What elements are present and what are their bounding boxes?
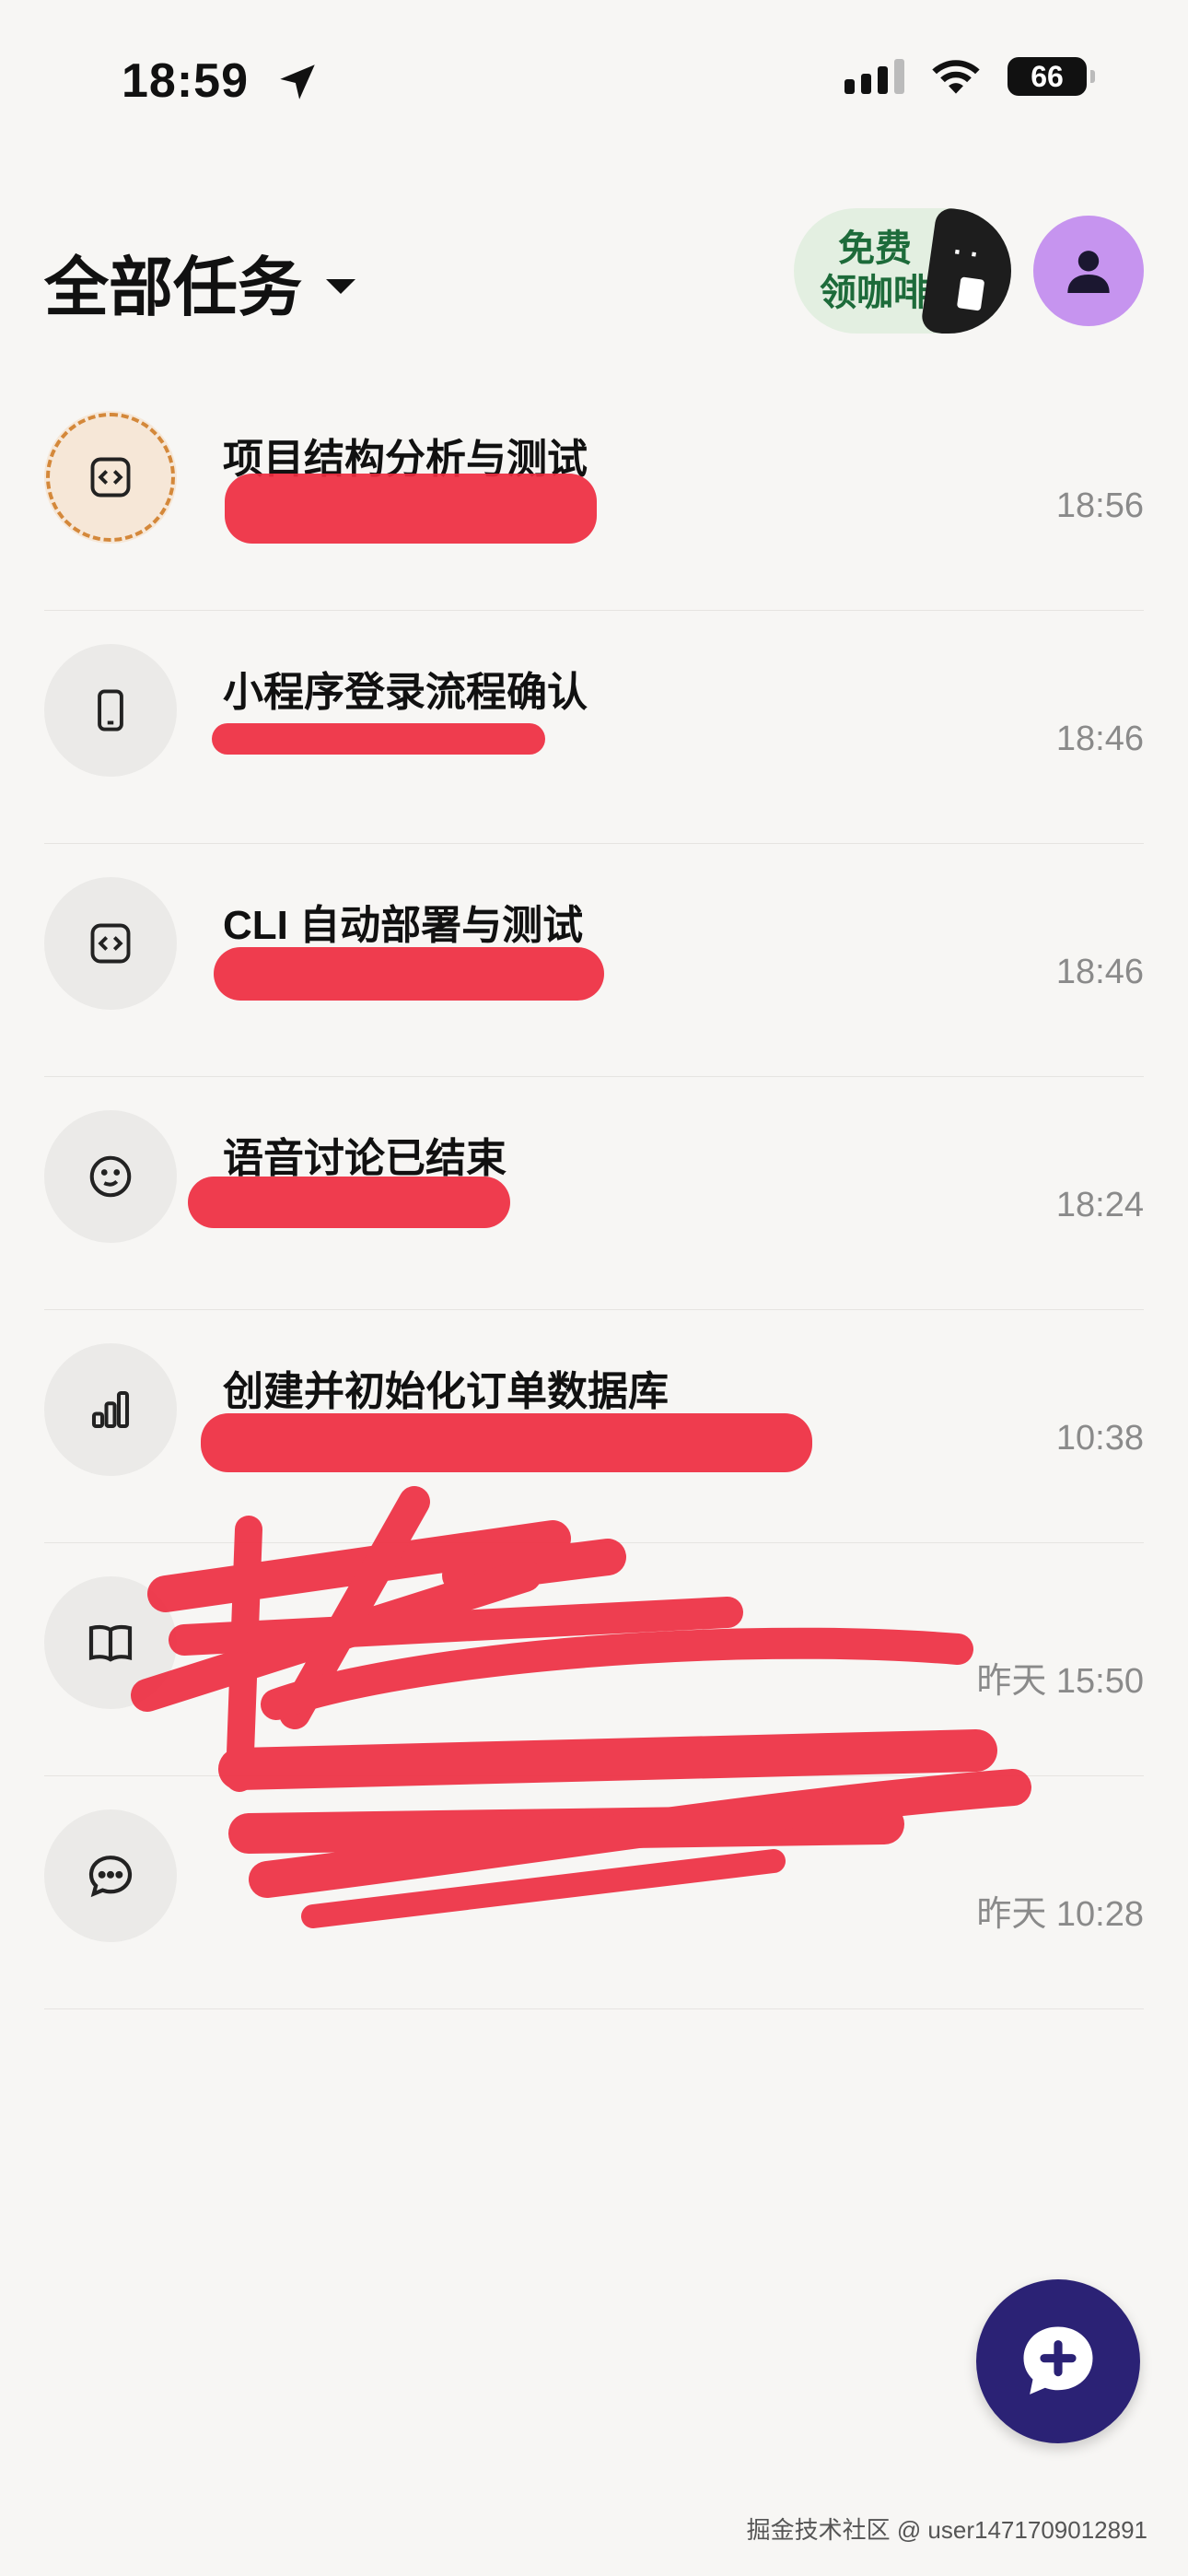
page-title: 全部任务 bbox=[44, 252, 302, 323]
task-title: CLI 自动部署与测试 bbox=[223, 903, 584, 948]
redaction-mark bbox=[212, 723, 545, 755]
task-time: 18:24 bbox=[1055, 1186, 1144, 1224]
redaction-mark bbox=[188, 1177, 510, 1228]
task-time: 10:38 bbox=[1055, 1419, 1144, 1458]
task-icon-badge bbox=[44, 644, 177, 777]
caret-down-icon bbox=[326, 278, 355, 294]
user-avatar[interactable] bbox=[1033, 216, 1144, 326]
task-icon-badge bbox=[44, 1343, 177, 1476]
user-icon bbox=[1067, 251, 1110, 293]
task-icon-badge bbox=[44, 1110, 177, 1243]
task-icon-badge bbox=[44, 877, 177, 1010]
promo-line-1: 免费 bbox=[838, 228, 912, 269]
redaction-mark bbox=[201, 1413, 812, 1472]
task-title: 创建并初始化订单数据库 bbox=[223, 1369, 669, 1414]
new-task-button[interactable] bbox=[976, 2279, 1140, 2443]
task-row[interactable]: 小程序登录流程确认 18:46 bbox=[44, 611, 1144, 844]
promo-text: 免费 领咖啡 bbox=[820, 227, 930, 315]
status-time: 18:59 bbox=[122, 54, 249, 108]
task-row[interactable]: 项目结构分析与测试 18:56 bbox=[44, 378, 1144, 611]
task-icon-badge bbox=[44, 411, 177, 544]
redaction-mark bbox=[214, 947, 604, 1001]
bar-chart-icon bbox=[91, 1390, 130, 1429]
mascot-illustration bbox=[920, 208, 1011, 334]
location-arrow-icon bbox=[280, 64, 315, 100]
task-time: 18:46 bbox=[1055, 720, 1144, 758]
free-coffee-promo-button[interactable]: 免费 领咖啡 bbox=[794, 208, 1011, 334]
promo-line-2: 领咖啡 bbox=[820, 273, 930, 313]
task-title: 小程序登录流程确认 bbox=[223, 670, 588, 715]
phone-icon bbox=[98, 689, 123, 732]
task-row[interactable]: CLI 自动部署与测试 18:46 bbox=[44, 844, 1144, 1077]
watermark: 掘金技术社区 @ user1471709012891 bbox=[746, 2516, 1147, 2544]
redaction-mark bbox=[225, 474, 597, 544]
task-row[interactable]: 语音讨论已结束 18:24 bbox=[44, 1077, 1144, 1310]
status-indicators: 66 bbox=[844, 57, 1095, 96]
wifi-icon bbox=[932, 60, 980, 94]
battery-icon: 66 bbox=[1007, 57, 1095, 96]
redaction-scribble bbox=[131, 1486, 1031, 1928]
code-icon bbox=[90, 923, 131, 964]
code-icon bbox=[90, 457, 131, 498]
cellular-signal-icon bbox=[844, 59, 904, 94]
task-title: 语音讨论已结束 bbox=[223, 1136, 507, 1181]
task-filter-dropdown[interactable]: 全部任务 bbox=[44, 236, 355, 329]
smile-icon bbox=[89, 1155, 132, 1198]
task-time: 18:56 bbox=[1055, 486, 1144, 525]
task-time: 18:46 bbox=[1055, 953, 1144, 991]
add-chat-icon bbox=[1023, 2326, 1093, 2395]
